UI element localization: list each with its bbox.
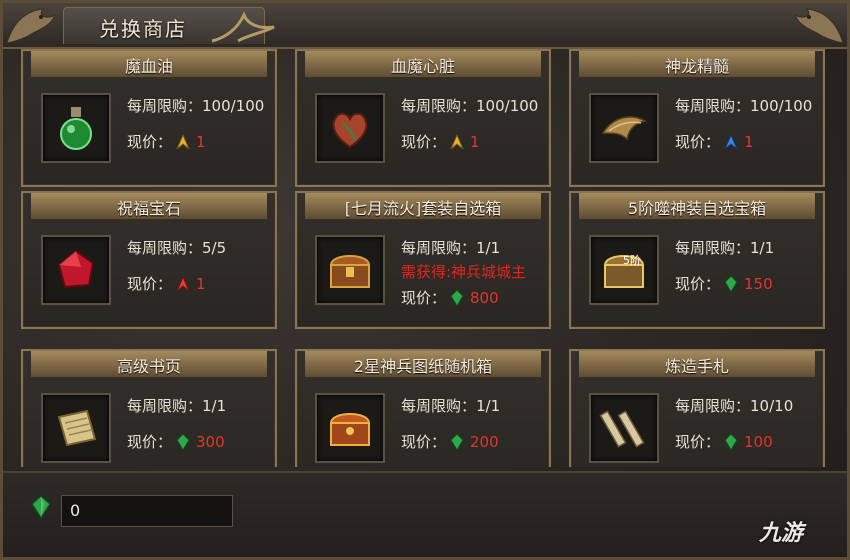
item-slot[interactable]: 5阶 xyxy=(589,235,659,305)
title-bar: 兑换商店 xyxy=(3,3,847,49)
item-header: 魔血油 xyxy=(31,51,267,78)
item-name: 2星神兵图纸随机箱 xyxy=(353,357,493,376)
exchange-shop-window: 兑换商店 魔血油 每周限购：100/100 现价： 1 血魔心脏 每周限购：10… xyxy=(0,0,850,560)
item-slot[interactable] xyxy=(589,393,659,463)
item-name: 5阶噬神装自选宝箱 xyxy=(627,199,767,218)
weekly-limit: 每周限购：10/10 xyxy=(675,397,794,415)
gold-feather-icon xyxy=(450,133,464,150)
item-header: 祝福宝石 xyxy=(31,193,267,220)
green-crystal-icon xyxy=(176,433,190,451)
shop-item-card[interactable]: 2星神兵图纸随机箱 每周限购：1/1 现价： 200 xyxy=(295,349,551,467)
item-grid: 魔血油 每周限购：100/100 现价：1 血魔心脏 每周限购：100/100 xyxy=(21,49,833,467)
item-header: 炼造手札 xyxy=(579,351,815,378)
dragon-ornament-right-icon xyxy=(794,8,844,44)
price-line: 现价： 300 xyxy=(127,433,225,451)
item-slot[interactable] xyxy=(41,235,111,305)
item-slot[interactable] xyxy=(589,93,659,163)
item-name: [七月流火]套装自选箱 xyxy=(344,199,502,218)
shop-item-card[interactable]: 血魔心脏 每周限购：100/100 现价： 1 xyxy=(295,49,551,187)
shop-item-card[interactable]: 高级书页 每周限购：1/1 现价： 300 xyxy=(21,349,277,467)
item-header: [七月流火]套装自选箱 xyxy=(305,193,541,220)
shop-item-card[interactable]: 祝福宝石 每周限购：5/5 现价： 1 xyxy=(21,191,277,329)
item-slot[interactable] xyxy=(41,393,111,463)
item-name: 血魔心脏 xyxy=(390,57,455,76)
weekly-limit: 每周限购：1/1 xyxy=(127,397,227,415)
green-crystal-icon xyxy=(31,495,51,519)
price-line: 现价： 200 xyxy=(401,433,499,451)
blueprint-chest-icon xyxy=(329,413,371,446)
item-slot[interactable] xyxy=(315,235,385,305)
currency-balance-field: 0 xyxy=(61,495,233,527)
price-line: 现价： 150 xyxy=(675,275,773,293)
item-name: 魔血油 xyxy=(124,57,173,76)
tier5-chest-icon: 5阶 xyxy=(603,253,645,288)
item-slot[interactable] xyxy=(315,393,385,463)
blue-feather-icon xyxy=(724,133,738,150)
demon-heart-icon xyxy=(332,112,368,149)
weekly-limit: 每周限购：100/100 xyxy=(675,97,813,115)
item-name: 神龙精髓 xyxy=(664,57,729,76)
swirl-ornament-icon xyxy=(211,11,275,43)
weekly-limit: 每周限购：5/5 xyxy=(127,239,227,257)
scroll-page-icon xyxy=(57,409,97,447)
treasure-chest-icon xyxy=(329,255,371,288)
item-slot[interactable] xyxy=(315,93,385,163)
svg-text:5阶: 5阶 xyxy=(623,253,641,267)
weekly-limit: 每周限购：1/1 xyxy=(401,239,501,257)
green-crystal-icon xyxy=(450,289,464,307)
requirement-text: 需获得:神兵城城主 xyxy=(401,263,527,281)
item-name: 祝福宝石 xyxy=(116,199,181,218)
shop-item-card[interactable]: 神龙精髓 每周限购：100/100 现价： 1 xyxy=(569,49,825,187)
red-gem-icon xyxy=(57,249,95,289)
window-title: 兑换商店 xyxy=(99,17,187,41)
gold-feather-icon xyxy=(176,133,190,150)
dragon-essence-icon xyxy=(601,116,648,141)
item-name: 炼造手札 xyxy=(664,357,729,376)
weekly-limit: 每周限购：1/1 xyxy=(401,397,501,415)
item-slot[interactable] xyxy=(41,93,111,163)
watermark-logo: 九游 xyxy=(759,521,804,546)
weekly-limit: 每周限购：100/100 xyxy=(127,97,265,115)
shop-item-card[interactable]: 炼造手札 每周限购：10/10 现价： 100 xyxy=(569,349,825,467)
price-line: 现价： 1 xyxy=(127,275,206,293)
price-line: 现价： 1 xyxy=(675,133,754,151)
green-potion-icon xyxy=(60,107,92,150)
green-crystal-icon xyxy=(724,275,738,293)
item-header: 血魔心脏 xyxy=(305,51,541,78)
item-header: 神龙精髓 xyxy=(579,51,815,78)
green-crystal-icon xyxy=(450,433,464,451)
green-crystal-icon xyxy=(724,433,738,451)
price-line: 现价： 1 xyxy=(401,133,480,151)
price-line: 现价： 100 xyxy=(675,433,773,451)
red-feather-icon xyxy=(176,275,190,292)
price-line: 现价： 1 xyxy=(127,133,206,151)
weekly-limit: 每周限购：1/1 xyxy=(675,239,775,257)
shop-item-card[interactable]: [七月流火]套装自选箱 每周限购：1/1 需获得:神兵城城主 现价： 800 xyxy=(295,191,551,329)
shop-item-card[interactable]: 5阶噬神装自选宝箱 5阶 每周限购：1/1 现价： 150 xyxy=(569,191,825,329)
price-line: 现价： 800 xyxy=(401,289,499,307)
item-header: 5阶噬神装自选宝箱 xyxy=(579,193,815,220)
item-header: 2星神兵图纸随机箱 xyxy=(305,351,541,378)
item-name: 高级书页 xyxy=(116,357,181,376)
shop-item-card[interactable]: 魔血油 每周限购：100/100 现价： 1 xyxy=(21,49,277,187)
dragon-ornament-left-icon xyxy=(6,8,56,44)
weekly-limit: 每周限购：100/100 xyxy=(401,97,539,115)
item-header: 高级书页 xyxy=(31,351,267,378)
forging-notes-icon xyxy=(599,410,645,448)
